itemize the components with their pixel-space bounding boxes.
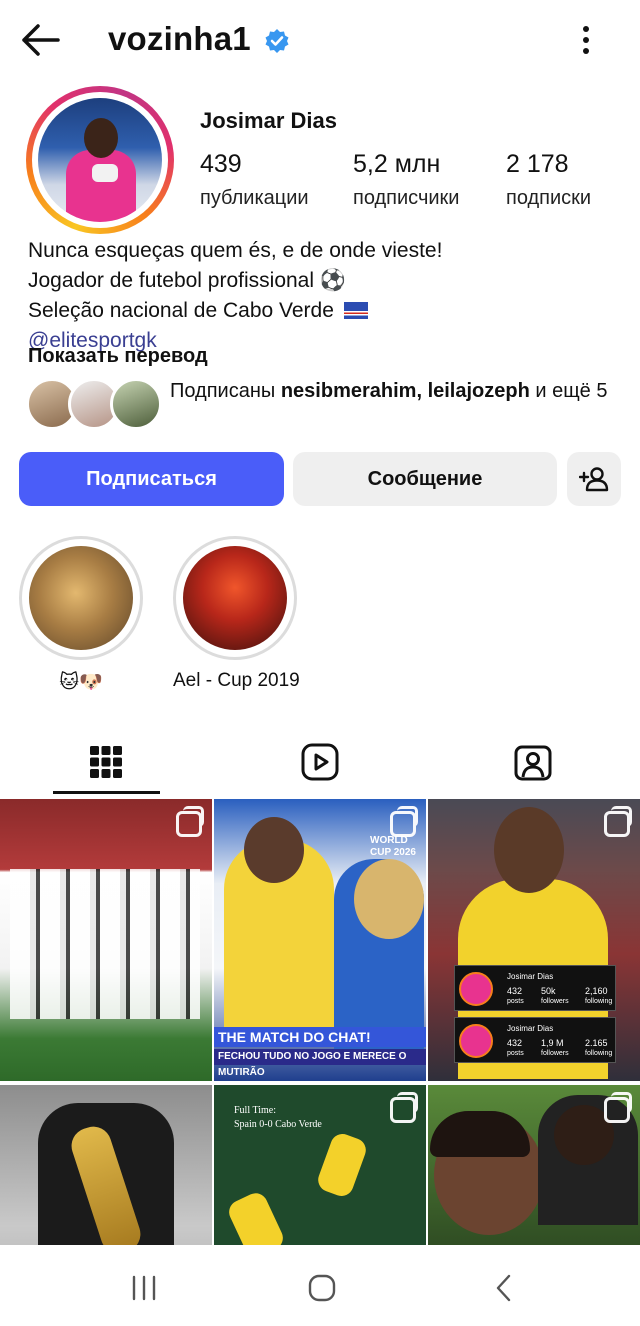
card-following-label: following: [585, 1050, 613, 1057]
post-thumbnail[interactable]: [0, 1085, 212, 1245]
highlight-item[interactable]: Ael - Cup 2019: [173, 536, 300, 692]
cape-verde-flag-icon: [343, 302, 368, 319]
post-thumbnail[interactable]: Full Time: Spain 0-0 Cabo Verde: [214, 1085, 426, 1245]
post-subcaption: Spain 0-0 Cabo Verde: [234, 1119, 322, 1130]
post-thumbnail[interactable]: [428, 1085, 640, 1245]
tab-tagged[interactable]: [480, 730, 586, 794]
highlight-label: Ael - Cup 2019: [173, 670, 300, 691]
post-subcaption: FECHOU TUDO NO JOGO E MERECE O MUTIRÃO: [214, 1049, 426, 1078]
world-cup-badge: WORLD CUP 2026: [370, 835, 416, 858]
card-following: 2.165: [585, 1038, 608, 1048]
followed-by-prefix: Подписаны: [170, 380, 276, 402]
highlight-item[interactable]: 🐱🐶: [19, 536, 143, 694]
tab-posts[interactable]: [53, 730, 159, 794]
followed-by-text[interactable]: Подписаны nesibmerahim, leilajozeph и ещ…: [170, 378, 610, 405]
add-person-icon: [579, 467, 609, 492]
card-followers: 50k: [541, 986, 556, 996]
card-posts: 432: [507, 1038, 523, 1048]
highlight-label: 🐱🐶: [59, 672, 103, 693]
card-name: Josimar Dias: [507, 1024, 554, 1033]
bio-line: Jogador de futebol profissional ⚽: [28, 269, 347, 292]
card-followers: 1,9 M: [541, 1038, 564, 1048]
post-thumbnail[interactable]: [0, 799, 212, 1081]
back-arrow-icon[interactable]: [18, 20, 62, 60]
post-thumbnail[interactable]: Josimar Dias 432 50k 2,160 posts followe…: [428, 799, 640, 1081]
back-button[interactable]: [484, 1268, 524, 1308]
verified-badge-icon: [265, 29, 289, 53]
back-chevron-icon: [496, 1274, 511, 1302]
profile-bio: Nunca esqueças quem és, e de onde vieste…: [28, 236, 442, 356]
stat-followers-label: подписчики: [353, 187, 460, 209]
card-posts-label: posts: [507, 998, 524, 1005]
recent-apps-icon: [132, 1275, 156, 1301]
tagged-icon: [514, 745, 552, 781]
carousel-icon: [604, 1092, 632, 1123]
card-following: 2,160: [585, 986, 608, 996]
bio-line-text: Seleção nacional de Cabo Verde: [28, 299, 334, 322]
followed-by-suffix: и ещё 5: [535, 380, 608, 402]
home-button[interactable]: [302, 1268, 342, 1308]
card-posts: 432: [507, 986, 523, 996]
avatar: [110, 378, 162, 430]
message-button[interactable]: Сообщение: [293, 452, 557, 506]
followed-by-names: nesibmerahim, leilajozeph: [280, 380, 530, 402]
reels-icon: [301, 743, 339, 781]
card-followers-label: followers: [541, 998, 569, 1005]
stat-followers-value: 5,2 млн: [353, 150, 441, 178]
carousel-icon: [390, 806, 418, 837]
carousel-icon: [604, 806, 632, 837]
card-following-label: following: [585, 998, 613, 1005]
stat-following[interactable]: 2 178 подписки: [506, 150, 591, 210]
profile-header: vozinha1: [0, 0, 640, 82]
suggested-users-button[interactable]: [567, 452, 621, 506]
profile-avatar[interactable]: [26, 86, 174, 234]
card-name: Josimar Dias: [507, 972, 554, 981]
profile-card: Josimar Dias 432 1,9 M 2.165 posts follo…: [454, 1017, 616, 1063]
post-caption: Full Time:: [234, 1105, 276, 1116]
stat-following-value: 2 178: [506, 150, 569, 178]
profile-tabs: [0, 730, 640, 794]
carousel-icon: [176, 806, 204, 837]
bio-line-flag: Seleção nacional de Cabo Verde: [28, 296, 442, 326]
card-posts-label: posts: [507, 1050, 524, 1057]
mutual-followers-avatars[interactable]: [26, 378, 162, 430]
follow-button[interactable]: Подписаться: [19, 452, 284, 506]
posts-grid: THE MATCH DO CHAT! FECHOU TUDO NO JOGO E…: [0, 799, 640, 1245]
stat-followers[interactable]: 5,2 млн подписчики: [353, 150, 459, 210]
tab-reels[interactable]: [267, 730, 373, 794]
home-icon: [308, 1274, 336, 1302]
stat-posts-value: 439: [200, 150, 242, 178]
stat-posts[interactable]: 439 публикации: [200, 150, 309, 210]
carousel-icon: [390, 1092, 418, 1123]
show-translation-link[interactable]: Показать перевод: [28, 345, 208, 368]
system-navigation-bar: [0, 1246, 640, 1326]
recent-apps-button[interactable]: [124, 1268, 164, 1308]
stat-following-label: подписки: [506, 187, 592, 209]
post-thumbnail[interactable]: THE MATCH DO CHAT! FECHOU TUDO NO JOGO E…: [214, 799, 426, 1081]
active-tab-indicator: [53, 791, 160, 794]
posts-grid-icon: [90, 746, 122, 778]
card-followers-label: followers: [541, 1050, 569, 1057]
profile-card: Josimar Dias 432 50k 2,160 posts followe…: [454, 965, 616, 1011]
profile-full-name: Josimar Dias: [200, 108, 337, 133]
post-caption: THE MATCH DO CHAT!: [214, 1027, 426, 1047]
more-options-icon[interactable]: [572, 22, 600, 58]
bio-line: Nunca esqueças quem és, e de onde vieste…: [28, 239, 443, 262]
stat-posts-label: публикации: [200, 187, 309, 209]
profile-username: vozinha1: [108, 20, 251, 57]
